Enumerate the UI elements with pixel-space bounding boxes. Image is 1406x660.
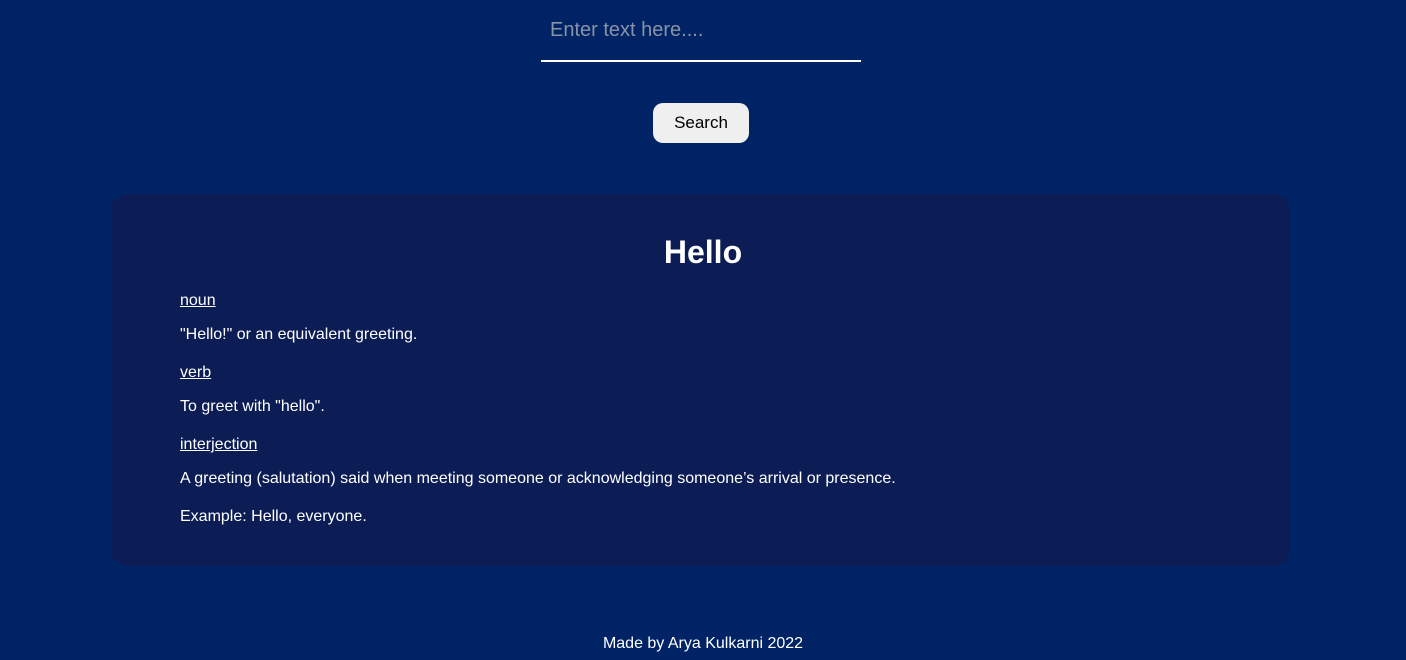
search-input[interactable] bbox=[541, 0, 861, 62]
word-title: Hello bbox=[663, 234, 743, 270]
meaning-item: verb To greet with "hello". bbox=[180, 362, 1230, 418]
search-bar bbox=[541, 0, 861, 62]
part-of-speech-link[interactable]: noun bbox=[180, 290, 1230, 312]
part-of-speech-link[interactable]: interjection bbox=[180, 434, 1230, 456]
meaning-item: interjection A greeting (salutation) sai… bbox=[180, 434, 1230, 490]
footer-credit: Made by Arya Kulkarni 2022 bbox=[602, 635, 804, 652]
definition-text: "Hello!" or an equivalent greeting. bbox=[180, 326, 418, 343]
definition-text: To greet with "hello". bbox=[180, 398, 325, 415]
meaning-item: noun "Hello!" or an equivalent greeting. bbox=[180, 290, 1230, 346]
definition-text: A greeting (salutation) said when meetin… bbox=[180, 470, 896, 487]
example-text: Example: Hello, everyone. bbox=[180, 508, 367, 525]
search-button[interactable]: Search bbox=[653, 103, 749, 143]
part-of-speech-link[interactable]: verb bbox=[180, 362, 1230, 384]
meanings-list: noun "Hello!" or an equivalent greeting.… bbox=[180, 290, 1230, 506]
